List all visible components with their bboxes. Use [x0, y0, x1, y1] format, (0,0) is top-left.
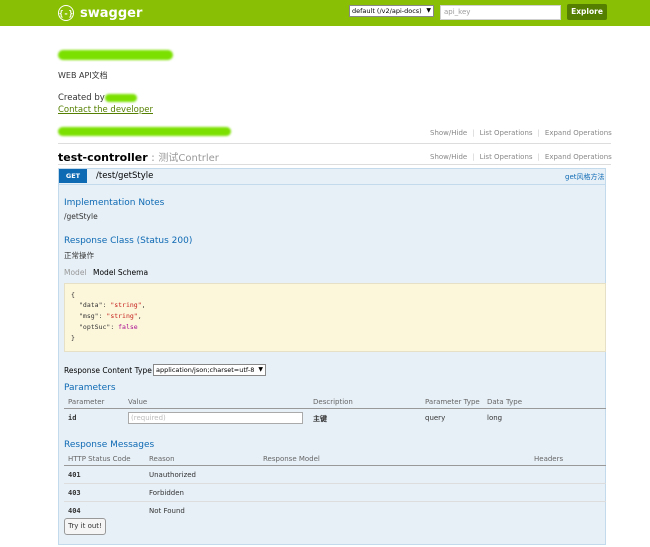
resp-header-status: HTTP Status Code	[68, 455, 131, 463]
spec-select[interactable]: default (/v2/api-docs) ▼	[349, 5, 434, 17]
operation-panel	[58, 168, 606, 545]
spec-select-value: default (/v2/api-docs)	[352, 7, 422, 15]
response-messages-title: Response Messages	[64, 440, 155, 450]
param-id-input[interactable]: (required)	[128, 412, 303, 424]
response-reason: Forbidden	[149, 489, 184, 497]
redacted-author	[105, 94, 137, 102]
content-type-select[interactable]: application/json;charset=utf-8 ▼	[153, 364, 266, 376]
divider	[64, 465, 606, 466]
param-header-parameter-type: Parameter Type	[425, 398, 480, 406]
operation-path[interactable]: /test/getStyle	[96, 171, 153, 181]
implementation-notes-title: Implementation Notes	[64, 198, 165, 208]
param-header-value: Value	[128, 398, 148, 406]
model-schema-box[interactable]	[64, 283, 606, 352]
expand-operations-link[interactable]: Expand Operations	[545, 129, 612, 137]
response-reason: Unauthorized	[149, 471, 196, 479]
schema-line: "data": "string",	[79, 301, 146, 309]
api-description: WEB API文档	[58, 71, 108, 80]
created-by-label: Created by	[58, 93, 105, 103]
response-code: 404	[68, 507, 81, 515]
schema-open-brace: {	[71, 291, 75, 299]
divider	[64, 408, 606, 409]
response-class-title: Response Class (Status 200)	[64, 236, 193, 246]
operation-summary[interactable]: get风格方法	[565, 172, 605, 182]
response-code: 401	[68, 471, 81, 479]
swagger-logo-icon: {-}	[58, 5, 74, 21]
content-type-label: Response Content Type	[64, 366, 152, 375]
redacted-resource-name	[58, 127, 231, 136]
contact-developer-link[interactable]: Contact the developer	[58, 105, 153, 115]
schema-line: "msg": "string",	[79, 312, 142, 320]
divider	[64, 483, 606, 484]
redacted-title	[58, 50, 173, 60]
resp-header-model: Response Model	[263, 455, 320, 463]
resource-desc: 测试Contrler	[158, 153, 219, 164]
parameters-title: Parameters	[64, 383, 116, 393]
param-header-data-type: Data Type	[487, 398, 523, 406]
list-operations-link[interactable]: List Operations	[480, 129, 533, 137]
http-method-badge[interactable]: GET	[59, 169, 87, 183]
response-code: 403	[68, 489, 81, 497]
content-type-value: application/json;charset=utf-8	[156, 366, 255, 374]
logo-text: swagger	[80, 5, 143, 21]
model-tab[interactable]: Model	[64, 268, 87, 277]
explore-button[interactable]: Explore	[567, 4, 607, 20]
swagger-logo[interactable]: {-} swagger	[58, 3, 142, 23]
model-schema-tab[interactable]: Model Schema	[93, 268, 148, 277]
show-hide-link[interactable]: Show/Hide	[430, 129, 467, 137]
show-hide-link[interactable]: Show/Hide	[430, 153, 467, 161]
api-key-input[interactable]: api_key	[440, 5, 561, 20]
resp-header-headers: Headers	[534, 455, 564, 463]
param-type: query	[425, 414, 446, 422]
response-class-desc: 正常操作	[64, 251, 94, 260]
schema-close-brace: }	[71, 334, 75, 342]
resp-header-reason: Reason	[149, 455, 175, 463]
resource-title[interactable]: test-controller : 测试Contrler	[58, 149, 219, 164]
chevron-down-icon: ▼	[258, 366, 263, 373]
response-reason: Not Found	[149, 507, 185, 515]
divider	[58, 143, 611, 144]
param-name: id	[68, 414, 77, 422]
divider	[58, 164, 611, 165]
try-it-out-button[interactable]: Try it out!	[64, 518, 106, 535]
param-header-description: Description	[313, 398, 353, 406]
param-description: 主键	[313, 415, 327, 423]
divider	[64, 501, 606, 502]
resource-name: test-controller	[58, 151, 148, 164]
implementation-notes: /getStyle	[64, 212, 98, 221]
param-header-parameter: Parameter	[68, 398, 105, 406]
param-data-type: long	[487, 414, 503, 422]
resource-links: Show/Hide | List Operations | Expand Ope…	[430, 153, 612, 161]
chevron-down-icon: ▼	[426, 7, 431, 14]
expand-operations-link[interactable]: Expand Operations	[545, 153, 612, 161]
list-operations-link[interactable]: List Operations	[480, 153, 533, 161]
resource-links-top: Show/Hide | List Operations | Expand Ope…	[430, 129, 612, 137]
schema-line: "optSuc": false	[79, 323, 138, 331]
divider	[59, 184, 605, 185]
